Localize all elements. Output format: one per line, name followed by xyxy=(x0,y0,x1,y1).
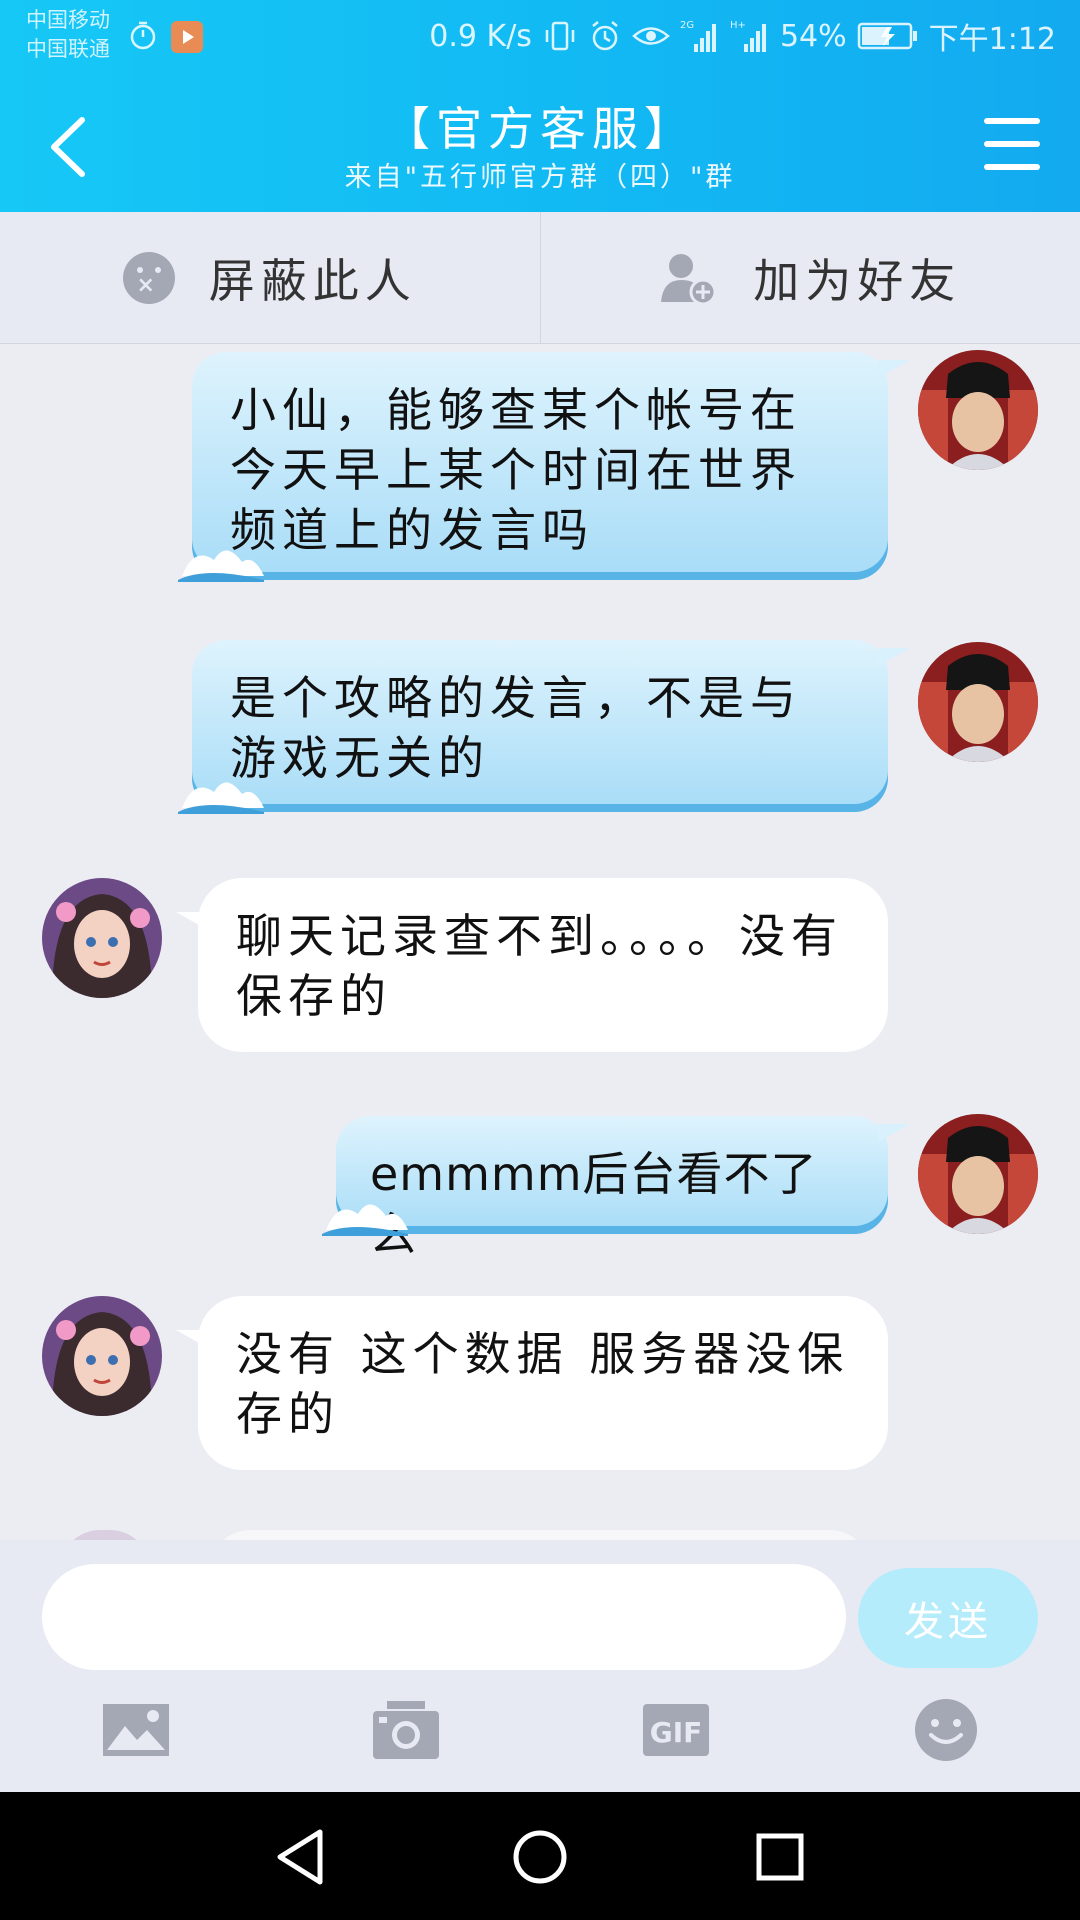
block-user-label: 屏蔽此人 xyxy=(208,253,417,308)
gif-button[interactable]: GIF xyxy=(636,1690,716,1770)
signal-hplus-icon: H+ xyxy=(730,20,766,52)
message-bubble[interactable]: 聊天记录查不到。。。。没有保存的 xyxy=(176,878,888,1052)
gif-icon: GIF xyxy=(643,1704,709,1756)
message-row-outgoing: 是个攻略的发言，不是与游戏无关的 xyxy=(0,636,1080,816)
avatar-self[interactable] xyxy=(918,1114,1038,1234)
message-bubble[interactable]: 没有 这个数据 服务器没保存的 xyxy=(176,1296,888,1470)
svg-text:GIF: GIF xyxy=(650,1716,703,1749)
emoji-button[interactable] xyxy=(906,1690,986,1770)
clock: 下午1:12 xyxy=(928,22,1056,57)
avatar-official-hat-icon xyxy=(918,1114,1038,1234)
message-text: 是个攻略的发言，不是与游戏无关的 xyxy=(230,671,802,785)
wave-decoration-icon xyxy=(178,550,264,582)
alarm-icon xyxy=(592,21,618,51)
emoji-icon xyxy=(915,1699,977,1761)
message-bubble-partial xyxy=(210,1530,870,1540)
signal-2g-icon: 2G xyxy=(680,20,716,52)
block-user-button[interactable]: × 屏蔽此人 xyxy=(0,212,540,343)
avatar-service-partial xyxy=(60,1530,150,1540)
status-bar: 中国移动 中国联通 0.9 K/s 2G H+ 54% 下午1:12 xyxy=(0,0,1080,72)
avatar-service[interactable] xyxy=(42,1296,162,1416)
vibrate-icon xyxy=(545,21,575,51)
avatar-self[interactable] xyxy=(918,350,1038,470)
composer: 发送 GIF xyxy=(0,1540,1080,1792)
message-text: emmmm后台看不了么 xyxy=(370,1147,818,1261)
carrier-labels: 中国移动 中国联通 xyxy=(26,6,110,64)
status-indicators: 0.9 K/s 2G H+ 54% 下午1:12 xyxy=(429,14,1056,58)
send-button[interactable]: 发送 xyxy=(858,1568,1038,1668)
top-bar: 中国移动 中国联通 0.9 K/s 2G H+ 54% 下午1:12 【官方客服… xyxy=(0,0,1080,212)
message-row-incoming: 聊天记录查不到。。。。没有保存的 xyxy=(0,876,1080,1056)
battery-percent: 54% xyxy=(779,18,847,54)
app-notification-icon xyxy=(171,21,203,53)
avatar-official-hat-icon xyxy=(918,642,1038,762)
eye-comfort-icon xyxy=(632,27,670,45)
nav-recents-icon[interactable] xyxy=(745,1822,815,1892)
message-bubble[interactable]: emmmm后台看不了么 xyxy=(322,1116,910,1261)
composer-toolbar: GIF xyxy=(0,1690,1080,1790)
message-row-outgoing: 小仙，能够查某个帐号在今天早上某个时间在世界频道上的发言吗 xyxy=(0,344,1080,584)
message-row-outgoing: emmmm后台看不了么 xyxy=(0,1112,1080,1261)
message-text: 聊天记录查不到。。。。没有保存的 xyxy=(236,909,843,1023)
add-friend-button[interactable]: 加为好友 xyxy=(539,212,1080,343)
nav-back-icon[interactable] xyxy=(268,1822,338,1892)
avatar-official-hat-icon xyxy=(918,350,1038,470)
avatar-fairy-icon xyxy=(42,878,162,998)
block-face-icon: × xyxy=(122,251,175,304)
message-input[interactable] xyxy=(42,1564,846,1670)
carrier-1: 中国移动 xyxy=(26,8,110,32)
message-row-incoming: 没有 这个数据 服务器没保存的 xyxy=(0,1296,1080,1476)
avatar-fairy-icon xyxy=(42,1296,162,1416)
network-speed: 0.9 K/s xyxy=(429,18,532,54)
camera-button[interactable] xyxy=(366,1690,446,1770)
message-text: 小仙，能够查某个帐号在今天早上某个时间在世界频道上的发言吗 xyxy=(230,383,802,557)
image-button[interactable] xyxy=(96,1690,176,1770)
action-bar: × 屏蔽此人 加为好友 xyxy=(0,212,1080,344)
add-friend-label: 加为好友 xyxy=(753,253,962,308)
svg-text:2G: 2G xyxy=(680,20,694,31)
message-bubble[interactable]: 是个攻略的发言，不是与游戏无关的 xyxy=(178,640,910,814)
battery-charging-icon xyxy=(857,22,917,50)
message-bubble[interactable]: 小仙，能够查某个帐号在今天早上某个时间在世界频道上的发言吗 xyxy=(178,352,910,582)
nav-home-icon[interactable] xyxy=(505,1822,575,1892)
camera-icon xyxy=(373,1701,439,1759)
timer-icon xyxy=(130,21,156,50)
avatar-service[interactable] xyxy=(42,878,162,998)
image-icon xyxy=(103,1704,169,1756)
wave-decoration-icon xyxy=(178,782,264,814)
svg-text:H+: H+ xyxy=(730,20,746,31)
system-nav-bar xyxy=(0,1792,1080,1920)
wave-decoration-icon xyxy=(322,1204,408,1236)
chat-header: 【官方客服】 来自"五行师官方群（四）"群 xyxy=(240,100,840,198)
avatar-self[interactable] xyxy=(918,642,1038,762)
message-row-partial xyxy=(0,1530,1080,1540)
menu-icon[interactable] xyxy=(984,118,1040,170)
back-icon[interactable] xyxy=(44,112,94,182)
message-text: 没有 这个数据 服务器没保存的 xyxy=(236,1327,850,1441)
carrier-2: 中国联通 xyxy=(26,37,110,61)
message-list[interactable]: 小仙，能够查某个帐号在今天早上某个时间在世界频道上的发言吗 是个攻略的发言，不是… xyxy=(0,344,1080,1540)
add-friend-icon xyxy=(661,253,717,305)
page-subtitle: 来自"五行师官方群（四）"群 xyxy=(344,162,736,193)
page-title: 【官方客服】 xyxy=(384,102,696,156)
